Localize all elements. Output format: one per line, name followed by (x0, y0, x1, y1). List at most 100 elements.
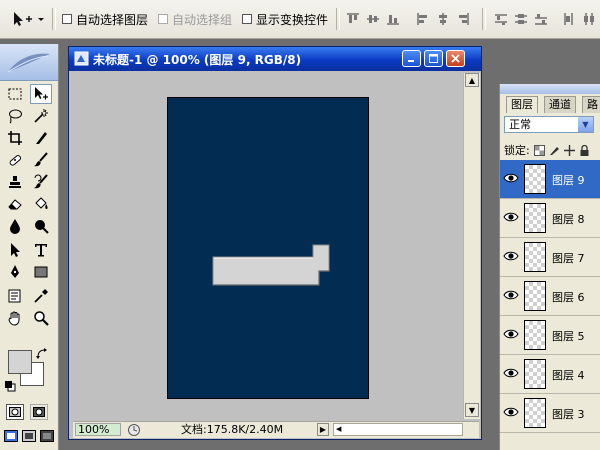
rectangle-tool[interactable] (30, 262, 52, 282)
eraser-tool[interactable] (4, 194, 26, 214)
lasso-tool[interactable] (4, 106, 26, 126)
burn-tool[interactable] (30, 216, 52, 236)
eye-icon[interactable] (503, 328, 519, 340)
layer-row-4[interactable]: 图层 4 (500, 355, 600, 394)
status-info-icon[interactable] (127, 423, 141, 437)
lock-row: 锁定: (504, 142, 590, 158)
layer-thumbnail (524, 242, 546, 272)
blur-tool[interactable] (4, 216, 26, 236)
zoom-level-field[interactable]: 100% (75, 423, 121, 436)
blend-mode-select[interactable]: 正常 ▼ (504, 116, 594, 133)
layer-row-5[interactable]: 图层 5 (500, 316, 600, 355)
eye-icon[interactable] (503, 289, 519, 301)
layer-name: 图层 9 (552, 174, 585, 187)
layer-thumbnail (524, 398, 546, 428)
pen-tool[interactable] (4, 262, 26, 282)
auto-select-layer-checkbox[interactable]: 自动选择图层 (62, 11, 148, 27)
marquee-tool-icon (8, 88, 22, 100)
layer-row-8[interactable]: 图层 8 (500, 199, 600, 238)
scroll-down-button[interactable]: ▼ (465, 403, 479, 417)
notes-tool[interactable] (4, 286, 26, 306)
slice-tool[interactable] (30, 128, 52, 148)
eye-icon[interactable] (503, 172, 519, 184)
show-transform-controls-label: 显示变换控件 (256, 12, 329, 27)
blur-tool-icon (10, 219, 20, 234)
crop-tool-icon (8, 131, 22, 145)
paint-bucket-tool[interactable] (30, 194, 52, 214)
maximize-button[interactable] (424, 50, 443, 67)
layer-row-7[interactable]: 图层 7 (500, 238, 600, 277)
tab-layers[interactable]: 图层 (506, 96, 538, 113)
full-screen-menu-mode-icon[interactable] (22, 430, 36, 442)
horizontal-scrollbar[interactable]: ◀ (333, 423, 463, 436)
eye-icon[interactable] (503, 250, 519, 262)
feather-logo-icon[interactable] (4, 48, 54, 76)
layer-9-shape[interactable] (212, 244, 332, 286)
lock-position-icon[interactable] (563, 144, 575, 156)
standard-screen-mode-icon[interactable] (4, 430, 18, 442)
move-tool[interactable] (30, 84, 52, 104)
align-right-icon[interactable] (456, 12, 470, 26)
close-button[interactable] (446, 50, 465, 67)
status-menu-arrow[interactable]: ▶ (317, 423, 329, 436)
scroll-up-button[interactable]: ▲ (465, 73, 479, 87)
swap-colors-icon[interactable] (36, 348, 48, 360)
layers-panel-header[interactable] (500, 84, 600, 94)
show-transform-controls-checkbox[interactable]: 显示变换控件 (242, 11, 328, 27)
align-horizontal-center-icon[interactable] (436, 12, 450, 26)
move-tool-icon (35, 87, 48, 100)
zoom-tool[interactable] (30, 308, 52, 328)
clone-stamp-tool[interactable] (4, 172, 26, 192)
tab-channels[interactable]: 通道 (544, 96, 576, 113)
eye-icon[interactable] (503, 367, 519, 379)
minimize-button[interactable] (402, 50, 421, 67)
history-brush-tool[interactable] (30, 172, 52, 192)
eye-icon[interactable] (503, 406, 519, 418)
zoom-tool-icon (34, 311, 49, 326)
align-bottom-icon[interactable] (386, 12, 400, 26)
default-colors-icon[interactable] (4, 380, 16, 392)
vertical-scrollbar[interactable]: ▲ ▼ (463, 73, 480, 419)
tab-paths[interactable]: 路 (582, 96, 600, 113)
align-left-icon[interactable] (416, 12, 430, 26)
full-screen-mode-icon[interactable] (40, 430, 54, 442)
distribute-vertical-center-icon[interactable] (514, 12, 528, 26)
eyedropper-tool[interactable] (30, 286, 52, 306)
lock-all-icon[interactable] (579, 144, 590, 156)
align-top-icon[interactable] (346, 12, 360, 26)
distribute-horizontal-center-icon[interactable] (582, 12, 596, 26)
healing-brush-tool-icon (9, 155, 22, 166)
healing-brush-tool[interactable] (4, 150, 26, 170)
standard-mode-button[interactable] (6, 404, 24, 420)
lock-image-icon[interactable] (549, 145, 560, 156)
distribute-bottom-icon[interactable] (534, 12, 548, 26)
eye-icon[interactable] (503, 211, 519, 223)
document-canvas[interactable] (167, 97, 369, 399)
layer-row-9[interactable]: 图层 9 (500, 160, 600, 199)
slice-tool-icon (36, 132, 47, 144)
brush-tool[interactable] (30, 150, 52, 170)
layer-row-6[interactable]: 图层 6 (500, 277, 600, 316)
hand-tool[interactable] (4, 308, 26, 328)
marquee-tool[interactable] (4, 84, 26, 104)
document-title-bar[interactable]: 未标题-1 @ 100% (图层 9, RGB/8) (69, 47, 481, 71)
eraser-tool-icon (8, 199, 22, 210)
move-tool-preset-icon[interactable] (10, 10, 46, 28)
clone-stamp-tool-icon (9, 176, 21, 188)
path-select-tool-icon (11, 243, 20, 257)
document-window: 未标题-1 @ 100% (图层 9, RGB/8) ▲ ▼ 100% 文档:1… (68, 46, 482, 440)
chevron-down-icon: ▼ (578, 117, 593, 132)
distribute-left-icon[interactable] (562, 12, 576, 26)
lock-transparent-icon[interactable] (533, 144, 545, 156)
path-select-tool[interactable] (4, 240, 26, 260)
magic-wand-tool[interactable] (30, 106, 52, 126)
crop-tool[interactable] (4, 128, 26, 148)
distribute-top-icon[interactable] (494, 12, 508, 26)
tools-panel-header[interactable] (0, 44, 58, 81)
canvas-area[interactable] (73, 73, 457, 419)
type-tool[interactable] (30, 240, 52, 260)
quick-mask-mode-button[interactable] (30, 404, 48, 420)
layer-row-3[interactable]: 图层 3 (500, 394, 600, 433)
align-vertical-center-icon[interactable] (366, 12, 380, 26)
scroll-left-button[interactable]: ◀ (336, 426, 343, 433)
